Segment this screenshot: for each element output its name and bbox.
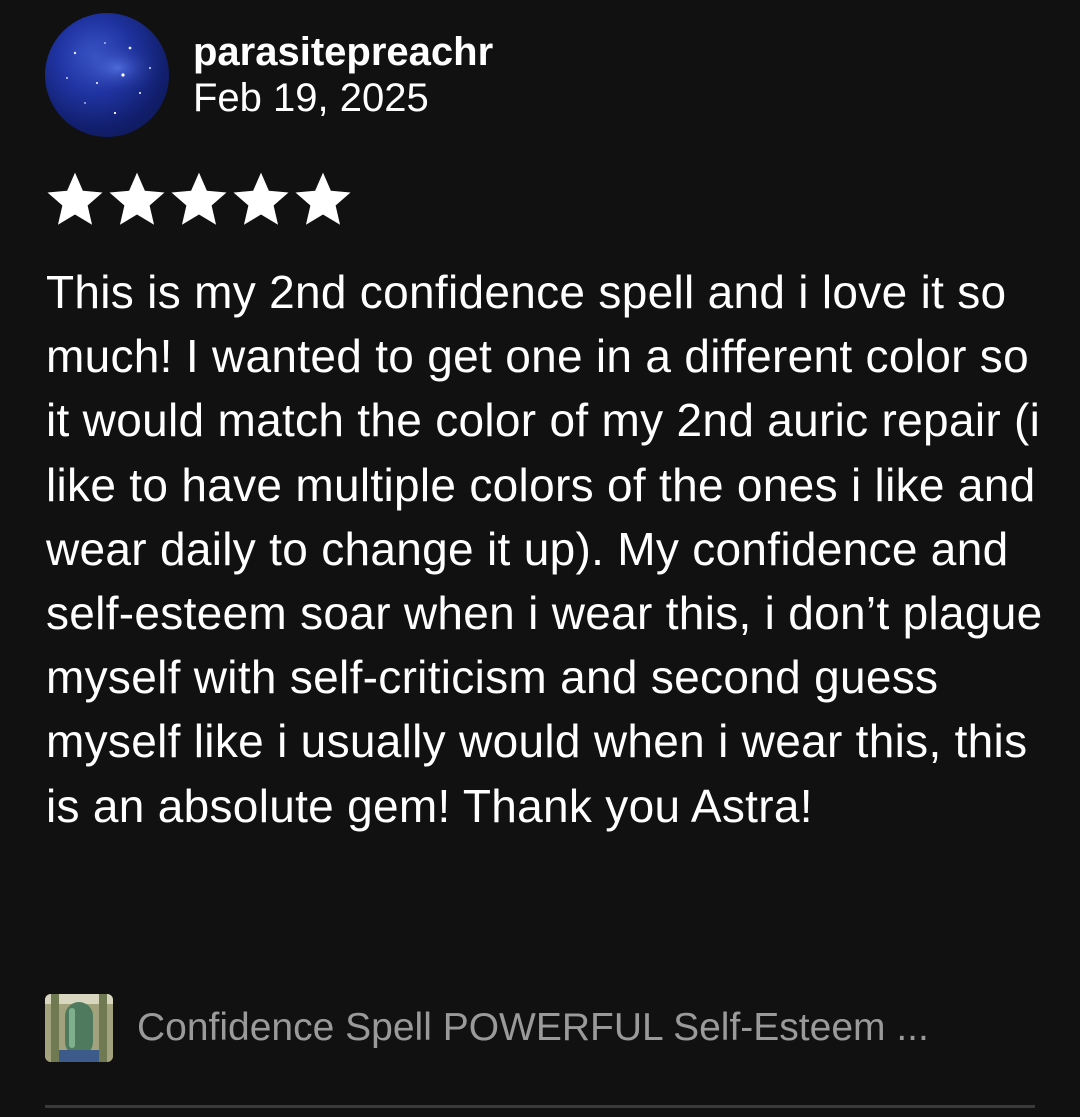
product-title[interactable]: Confidence Spell POWERFUL Self-Esteem ..… xyxy=(137,993,997,1063)
star-icon xyxy=(171,172,227,225)
star-icon xyxy=(295,172,351,225)
star-rating xyxy=(44,168,354,230)
star-icon xyxy=(109,172,165,225)
review-date: Feb 19, 2025 xyxy=(193,76,429,120)
avatar-galaxy-image xyxy=(65,41,161,115)
star-icon xyxy=(233,172,289,225)
review-text: This is my 2nd confidence spell and i lo… xyxy=(46,266,1043,832)
review-card: parasitepreachr Feb 19, 2025 This is my … xyxy=(0,0,1080,1117)
divider xyxy=(45,1105,1035,1108)
product-image xyxy=(45,994,113,1062)
product-thumbnail xyxy=(45,994,113,1062)
star-icon xyxy=(47,172,103,225)
reviewer-username[interactable]: parasitepreachr xyxy=(193,30,493,74)
avatar[interactable] xyxy=(45,13,169,137)
reviewed-product-link[interactable]: Confidence Spell POWERFUL Self-Esteem ..… xyxy=(45,993,1035,1063)
